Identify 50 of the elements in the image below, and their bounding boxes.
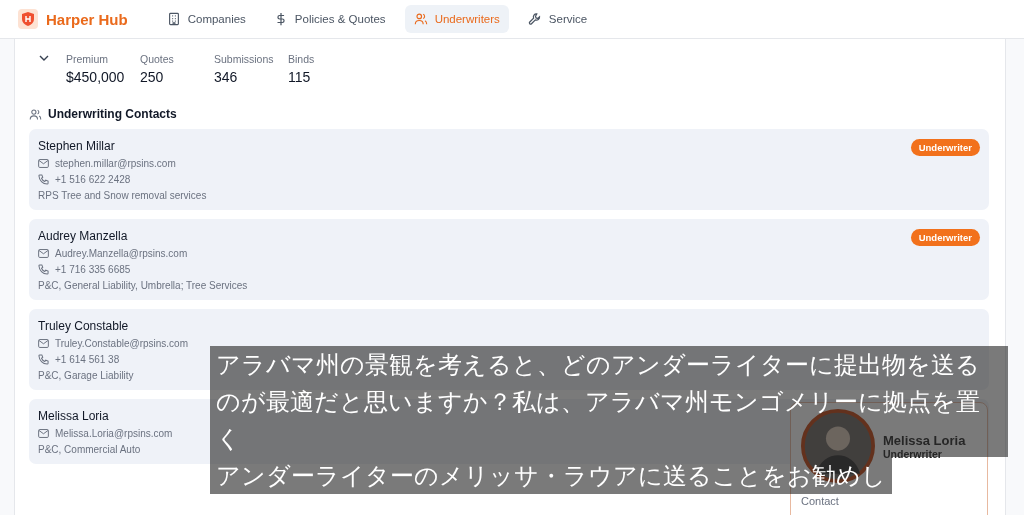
stat-value: 250	[140, 69, 165, 85]
profile-section-label: Contact	[801, 495, 840, 507]
subtitle-text: アラバマ州の景観を考えると、どのアンダーライターに提出物を送る	[216, 349, 980, 380]
contact-email: stephen.millar@rpsins.com	[55, 158, 176, 169]
role-badge: Underwriter	[910, 229, 980, 246]
phone-icon	[38, 264, 49, 275]
contact-phone: +1 516 622 2428	[55, 174, 131, 185]
contact-card[interactable]: Audrey Manzella Audrey.Manzella@rpsins.com +1 716 335 6685 P&C, General Liability, Umbrella; Tree Services Underwriter	[29, 219, 989, 300]
stat-label: Quotes	[140, 53, 175, 65]
subtitle-text: く	[216, 423, 241, 454]
contact-email: Truley.Constable@rpsins.com	[55, 338, 188, 349]
wrench-icon	[527, 12, 542, 26]
role-badge: Underwriter	[910, 139, 980, 156]
stat-label: Binds	[288, 53, 316, 65]
users-icon	[413, 12, 428, 26]
users-icon	[29, 107, 42, 121]
nav-tab[interactable]: Policies & Quotes	[264, 5, 395, 33]
section-title: Underwriting Contacts	[48, 107, 177, 121]
contact-phone: +1 614 561 38	[55, 354, 120, 365]
contact-lines: P&C, Commercial Auto	[38, 444, 142, 455]
stat-value: 346	[214, 69, 239, 85]
contact-name: Stephen Millar	[38, 139, 116, 153]
shield-logo-icon	[18, 9, 38, 29]
mail-icon	[38, 249, 49, 258]
contact-lines: P&C, General Liability, Umbrella; Tree Services	[38, 280, 248, 291]
contact-lines: RPS Tree and Snow removal services	[38, 190, 207, 201]
contact-name: Melissa Loria	[38, 409, 110, 423]
mail-icon	[38, 159, 49, 168]
chevron-down-icon[interactable]	[39, 55, 49, 61]
stat-label: Premium	[66, 53, 109, 65]
contact-lines: P&C, Garage Liability	[38, 370, 135, 381]
contact-email: Audrey.Manzella@rpsins.com	[55, 248, 188, 259]
contact-name: Audrey Manzella	[38, 229, 129, 243]
contact-phone: +1 716 335 6685	[55, 264, 131, 275]
stat-label: Submissions	[214, 53, 275, 65]
profile-name: Melissa Loria	[883, 432, 966, 448]
mail-icon	[38, 429, 49, 438]
stat-value: $450,000	[66, 69, 126, 85]
contact-card[interactable]: Stephen Millar stephen.millar@rpsins.com +1 516 622 2428 RPS Tree and Snow removal services Underwriter	[29, 129, 989, 210]
stat-value: 115	[288, 69, 312, 85]
phone-icon	[38, 354, 49, 365]
contact-name: Truley Constable	[38, 319, 130, 333]
nav-tab[interactable]: Companies	[157, 5, 255, 33]
contact-email: Melissa.Loria@rpsins.com	[55, 428, 173, 439]
phone-icon	[38, 174, 49, 185]
profile-role: Underwriter	[883, 447, 943, 460]
mail-icon	[38, 339, 49, 348]
building-icon	[166, 12, 181, 26]
app-title: Harper Hub	[46, 10, 128, 28]
nav-tab[interactable]: Service	[518, 5, 597, 33]
